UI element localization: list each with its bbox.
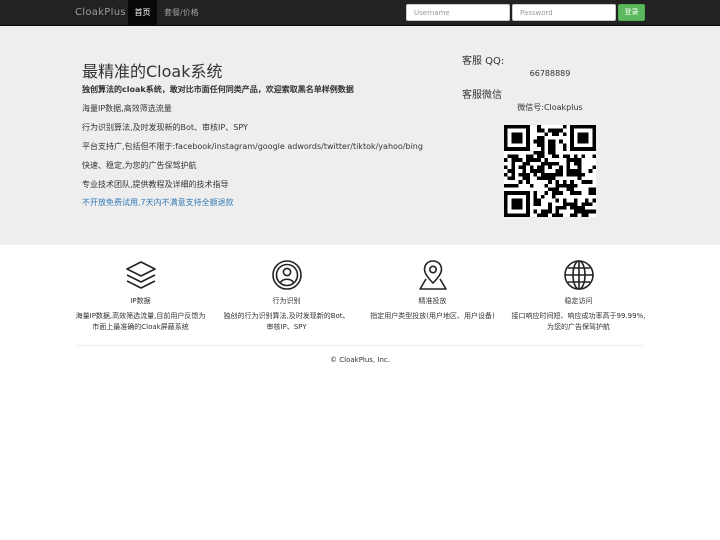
password-input[interactable] — [512, 4, 616, 21]
wechat-label: 客服微信 — [462, 90, 502, 101]
brand-logo[interactable]: CloakPlus — [75, 0, 126, 26]
hero-title: 最精准的Cloak系统 — [82, 62, 223, 81]
qq-number: 66788889 — [529, 69, 571, 78]
column-description: 海量IP数据,高效筛选流量,目前用户反馈为 市面上最准确的Cloak屏蔽系统 — [75, 312, 206, 331]
wechat-id: 微信号:Cloakplus — [517, 103, 583, 112]
column-description: 指定用户类型投放(用户地区、用户设备) — [370, 312, 495, 320]
hero-subtitle: 独创算法的cloak系统，敢对比市面任何同类产品，欢迎索取黑名单样例数据 — [82, 85, 354, 94]
wechat-qr-code — [504, 125, 596, 217]
user-circle-icon — [271, 260, 302, 290]
feature-column-targeting: 精准投放 指定用户类型投放(用户地区、用户设备) — [365, 259, 500, 322]
feature-line: 海量IP数据,高效筛选流量 — [82, 104, 172, 113]
feature-column-ip-data: IP数据 海量IP数据,高效筛选流量,目前用户反馈为 市面上最准确的Cloak屏… — [73, 259, 208, 333]
refund-promo-text: 不开放免费试用,7天内不满意支持全额退款 — [82, 198, 234, 207]
feature-column-stability: 稳定访问 接口响应时间短、响应成功率高于99.99%, 为您的广告保驾护航 — [511, 259, 646, 333]
hero-section: 最精准的Cloak系统 独创算法的cloak系统，敢对比市面任何同类产品，欢迎索… — [0, 26, 720, 245]
globe-icon — [563, 260, 594, 290]
column-description: 独创的行为识别算法,及时发现新的Bot、 审核IP、SPY — [223, 312, 350, 331]
map-pin-icon — [418, 260, 447, 290]
feature-line: 平台支持广,包括但不限于:facebook/instagram/google a… — [82, 142, 423, 151]
username-input[interactable] — [406, 4, 510, 21]
feature-line: 快速、稳定,为您的广告保驾护航 — [82, 161, 197, 170]
feature-line: 专业技术团队,提供教程及详细的技术指导 — [82, 180, 229, 189]
qq-label: 客服 QQ: — [462, 56, 505, 67]
footer-copyright: © CloakPlus, Inc. — [330, 356, 390, 364]
column-title: IP数据 — [130, 297, 151, 305]
navbar: CloakPlus 首页 套餐/价格 登录 — [0, 0, 720, 26]
feature-column-behavior: 行为识别 独创的行为识别算法,及时发现新的Bot、 审核IP、SPY — [219, 259, 354, 333]
column-description: 接口响应时间短、响应成功率高于99.99%, 为您的广告保驾护航 — [511, 312, 646, 331]
column-title: 稳定访问 — [564, 297, 593, 305]
footer-divider — [77, 345, 643, 346]
layers-icon — [125, 261, 156, 289]
feature-line: 行为识别算法,及时发现新的Bot、审核IP、SPY — [82, 123, 248, 132]
column-title: 行为识别 — [272, 297, 301, 305]
column-title: 精准投放 — [418, 297, 447, 305]
nav-pricing-link[interactable]: 套餐/价格 — [164, 0, 199, 26]
nav-home-link[interactable]: 首页 — [128, 0, 157, 26]
login-button[interactable]: 登录 — [618, 4, 645, 21]
